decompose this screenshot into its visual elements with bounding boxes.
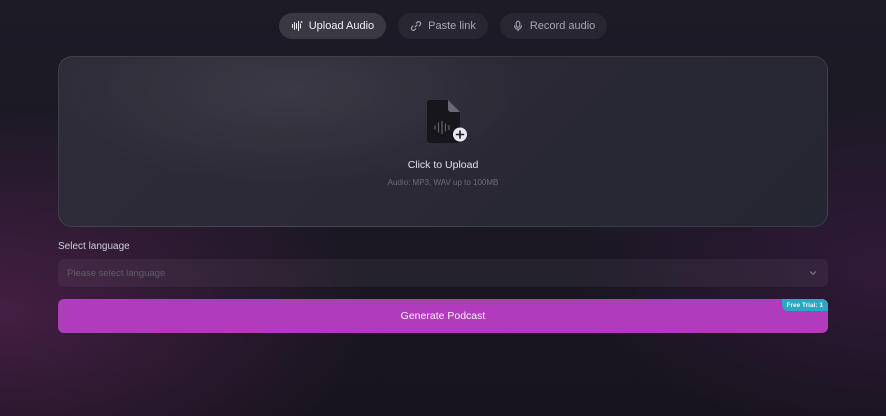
link-icon bbox=[411, 21, 422, 31]
generate-podcast-button[interactable]: Generate Podcast Free Trial: 1 bbox=[58, 299, 828, 333]
tab-paste-link[interactable]: Paste link bbox=[398, 13, 488, 39]
tab-upload-audio[interactable]: Upload Audio bbox=[278, 13, 387, 39]
upload-hint: Audio: MP3, WAV up to 100MB bbox=[387, 178, 499, 187]
language-select[interactable]: Please select language bbox=[58, 259, 828, 287]
language-label: Select language bbox=[58, 241, 130, 252]
source-tabs: Upload Audio Paste link Record audio bbox=[0, 13, 886, 39]
microphone-icon bbox=[513, 20, 522, 32]
chevron-down-icon bbox=[809, 271, 817, 275]
tab-label: Upload Audio bbox=[308, 20, 375, 32]
free-trial-badge: Free Trial: 1 bbox=[781, 299, 828, 311]
tab-label: Paste link bbox=[428, 20, 476, 32]
upload-title: Click to Upload bbox=[407, 159, 479, 171]
generate-label: Generate Podcast bbox=[400, 310, 486, 322]
language-placeholder: Please select language bbox=[67, 267, 166, 279]
audio-wave-icon bbox=[291, 21, 303, 31]
tab-label: Record audio bbox=[529, 20, 596, 32]
upload-dropzone[interactable]: Click to Upload Audio: MP3, WAV up to 10… bbox=[58, 56, 828, 227]
audio-file-add-icon bbox=[427, 100, 467, 143]
tab-record-audio[interactable]: Record audio bbox=[499, 13, 608, 39]
